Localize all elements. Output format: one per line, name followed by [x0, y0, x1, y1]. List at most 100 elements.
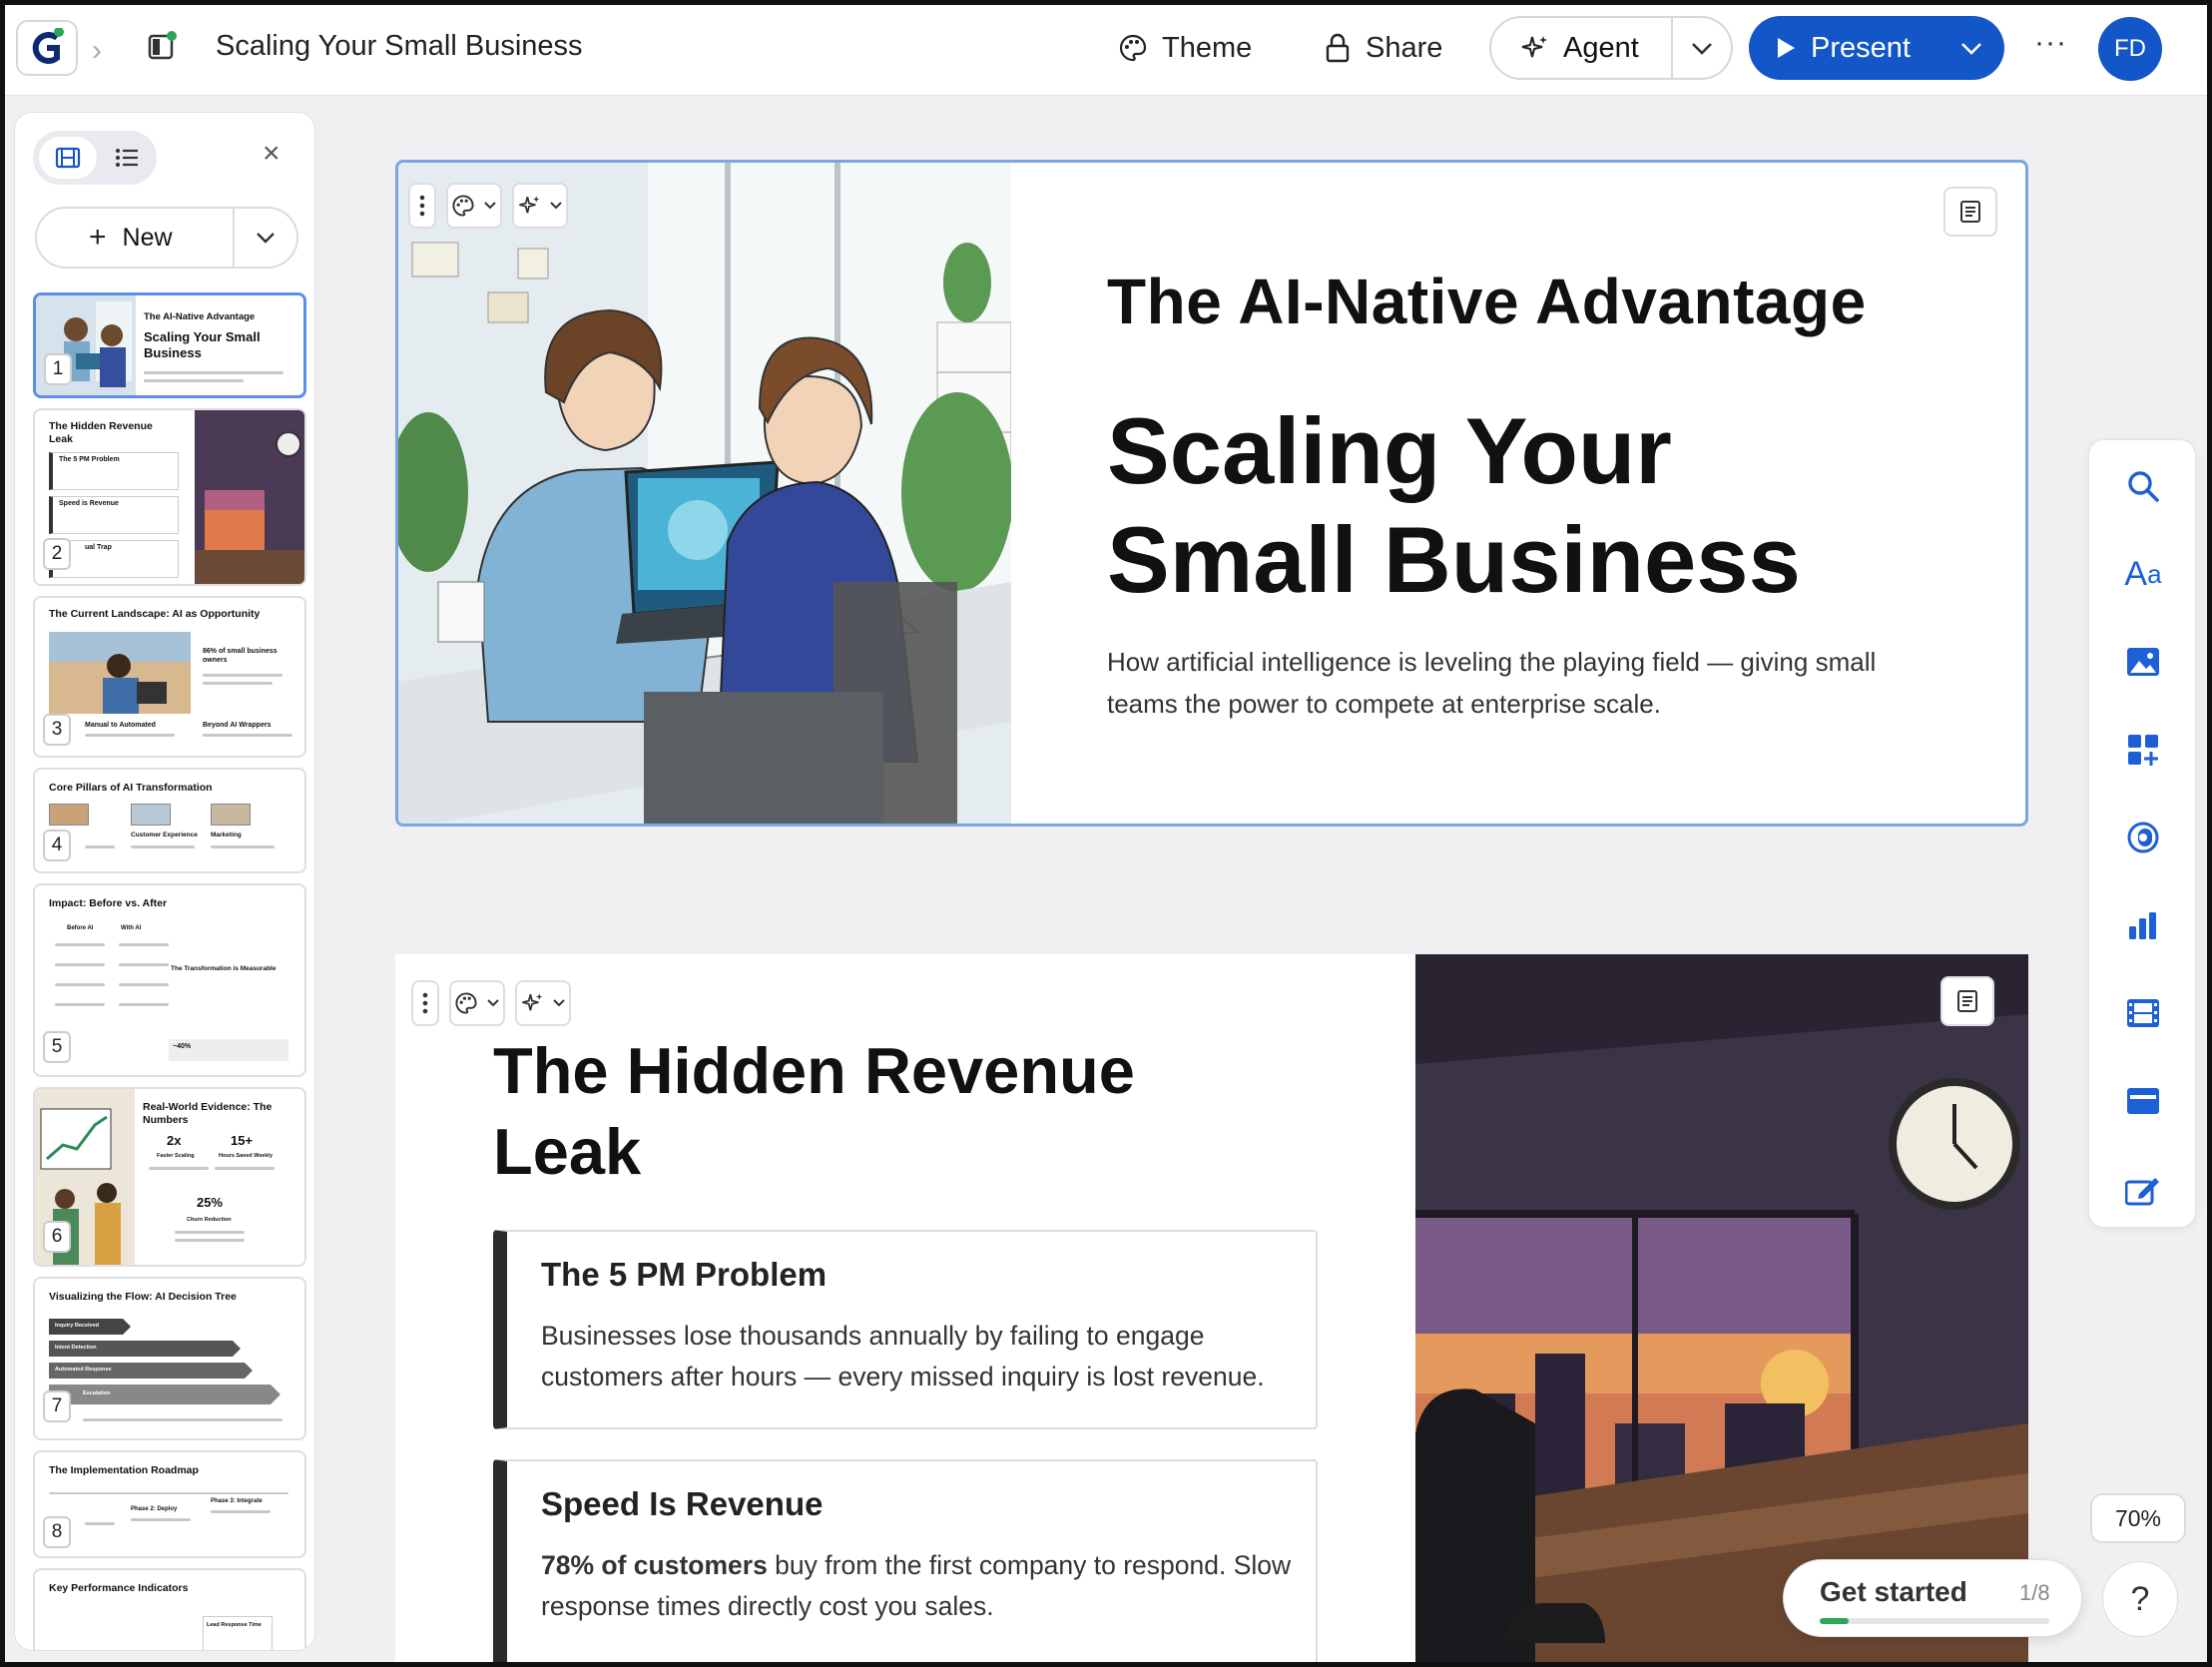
more-options-button[interactable]: ··· — [2034, 26, 2067, 60]
slide-ai-button[interactable] — [512, 183, 568, 229]
palette-icon — [1119, 34, 1147, 62]
chevron-down-icon — [257, 233, 275, 244]
slide-thumbnail-7[interactable]: Visualizing the Flow: AI Decision Tree I… — [33, 1277, 306, 1440]
document-icon[interactable] — [146, 30, 178, 62]
text-style-icon[interactable]: Aa — [2119, 550, 2167, 598]
slide-thumbnail-8[interactable]: The Implementation Roadmap Phase 2: Depl… — [33, 1450, 306, 1558]
user-avatar[interactable]: FD — [2098, 17, 2162, 81]
thumbnail-stat: 15+ — [231, 1133, 254, 1148]
card-body-highlight: 78% of customers — [541, 1550, 768, 1580]
thumbnail-title: The Implementation Roadmap — [49, 1464, 199, 1476]
slide-2[interactable]: The Hidden Revenue Leak The 5 PM Problem… — [395, 954, 2028, 1667]
new-slide-button[interactable]: + New — [37, 209, 235, 267]
get-started-widget[interactable]: Get started 1/8 — [1783, 1559, 2082, 1637]
agent-dropdown-button[interactable] — [1673, 40, 1731, 56]
present-button[interactable]: Present — [1749, 32, 1938, 65]
document-title[interactable]: Scaling Your Small Business — [216, 30, 583, 63]
thumbnail-item: Phase 3: Integrate — [211, 1498, 263, 1504]
notes-icon — [1960, 201, 1980, 223]
slide-style-button[interactable] — [449, 980, 505, 1026]
thumbnail-item: Intent Detection — [55, 1345, 97, 1351]
slides-icon[interactable] — [2119, 989, 2167, 1037]
chevron-down-icon — [484, 202, 496, 210]
theme-button[interactable]: Theme — [1118, 26, 1252, 70]
speaker-notes-button[interactable] — [1940, 976, 1994, 1026]
thumbnail-view-button[interactable] — [39, 137, 97, 179]
thumbnail-item: Phase 2: Deploy — [131, 1506, 178, 1512]
share-button[interactable]: Share — [1324, 26, 1442, 70]
thumbnail-item: Before AI — [67, 925, 94, 931]
slide-thumbnail-3[interactable]: The Current Landscape: AI as Opportunity… — [33, 596, 306, 758]
speaker-notes-button[interactable] — [1943, 187, 1997, 237]
search-icon[interactable] — [2119, 462, 2167, 510]
slide-ai-button[interactable] — [515, 980, 571, 1026]
list-icon — [116, 149, 138, 167]
info-card[interactable]: The 5 PM Problem Businesses lose thousan… — [493, 1230, 1318, 1429]
lock-icon — [1326, 33, 1350, 63]
slide-thumbnail-9[interactable]: Key Performance Indicators Lead Response… — [33, 1568, 306, 1650]
thumbnail-stat-label: Churn Reduction — [187, 1217, 232, 1223]
card-icon[interactable] — [2119, 1077, 2167, 1125]
thumbnail-item: Customer Experience — [131, 832, 198, 838]
thumbnail-item: The Transformation is Measurable — [171, 965, 276, 972]
thumbnail-item: ual Trap — [85, 544, 112, 551]
edit-icon[interactable] — [2119, 1165, 2167, 1213]
thumbnail-title: Impact: Before vs. After — [49, 897, 168, 909]
slide-1[interactable]: The AI-Native Advantage Scaling Your Sma… — [395, 160, 2028, 827]
image-icon[interactable] — [2119, 638, 2167, 686]
slide-style-button[interactable] — [446, 183, 502, 229]
more-vertical-icon — [419, 195, 425, 217]
thumbnail-item: Speed is Revenue — [59, 500, 119, 507]
new-label: New — [122, 223, 173, 252]
slide-1-eyebrow[interactable]: The AI-Native Advantage — [1107, 265, 1867, 338]
present-label: Present — [1811, 31, 1911, 64]
thumbnail-stat: 25% — [197, 1195, 224, 1210]
add-block-icon[interactable] — [2119, 726, 2167, 774]
chevron-down-icon — [550, 202, 562, 210]
slide-1-title[interactable]: Scaling Your Small Business — [1107, 396, 1866, 614]
thumbnail-stat-label: Hours Saved Weekly — [219, 1153, 274, 1159]
info-card[interactable]: Speed Is Revenue 78% of customers buy fr… — [493, 1459, 1318, 1667]
thumbnail-item: The 5 PM Problem — [59, 456, 120, 463]
help-button[interactable]: ? — [2102, 1561, 2178, 1637]
view-toggle — [33, 131, 157, 185]
close-panel-button[interactable]: × — [263, 137, 280, 171]
thumbnail-title: The Hidden Revenue Leak — [49, 420, 153, 446]
slide-1-subtitle[interactable]: How artificial intelligence is leveling … — [1107, 642, 1945, 725]
slide-2-toolbar — [411, 980, 571, 1026]
thumbnail-illustration — [195, 410, 304, 584]
chevron-down-icon — [487, 999, 499, 1007]
thumbnail-item: Escalation — [83, 1390, 111, 1396]
sparkle-icon — [519, 196, 540, 214]
new-slide-dropdown[interactable] — [235, 231, 296, 245]
agent-button-group: Agent — [1489, 16, 1733, 80]
agent-button[interactable]: Agent — [1491, 18, 1673, 78]
list-view-button[interactable] — [103, 137, 151, 179]
card-title: The 5 PM Problem — [541, 1256, 828, 1293]
get-started-progress — [1820, 1618, 2049, 1624]
slide-number: 3 — [43, 714, 71, 746]
chevron-down-icon — [1692, 43, 1712, 55]
slide-2-title[interactable]: The Hidden Revenue Leak — [493, 1030, 1192, 1193]
thumbnail-item: Inquiry Received — [55, 1323, 100, 1329]
thumbnail-title: Visualizing the Flow: AI Decision Tree — [49, 1291, 237, 1303]
ai-logo-icon[interactable] — [2119, 814, 2167, 861]
card-title: Speed Is Revenue — [541, 1485, 824, 1522]
theme-label: Theme — [1162, 31, 1253, 64]
app-logo[interactable] — [16, 20, 78, 76]
slide-thumbnail-4[interactable]: Core Pillars of AI Transformation Custom… — [33, 768, 306, 873]
slide-thumbnail-5[interactable]: Impact: Before vs. After Before AI With … — [33, 883, 306, 1077]
zoom-level[interactable]: 70% — [2090, 1493, 2186, 1543]
new-slide-group: + New — [35, 207, 298, 269]
slide-thumbnail-1[interactable]: The AI-Native Advantage Scaling Your Sma… — [33, 292, 306, 398]
drag-handle[interactable] — [408, 183, 436, 229]
slide-number: 1 — [44, 353, 72, 385]
chart-icon[interactable] — [2119, 901, 2167, 949]
get-started-count: 1/8 — [2019, 1580, 2050, 1605]
slide-thumbnail-2[interactable]: The Hidden Revenue Leak The 5 PM Problem… — [33, 408, 306, 586]
drag-handle[interactable] — [411, 980, 439, 1026]
slide-number: 2 — [43, 538, 71, 570]
thumbnail-item: ~40% — [173, 1043, 192, 1050]
slide-thumbnail-6[interactable]: Real-World Evidence: The Numbers 2x 15+ … — [33, 1087, 306, 1267]
present-dropdown-button[interactable] — [1938, 40, 2004, 56]
